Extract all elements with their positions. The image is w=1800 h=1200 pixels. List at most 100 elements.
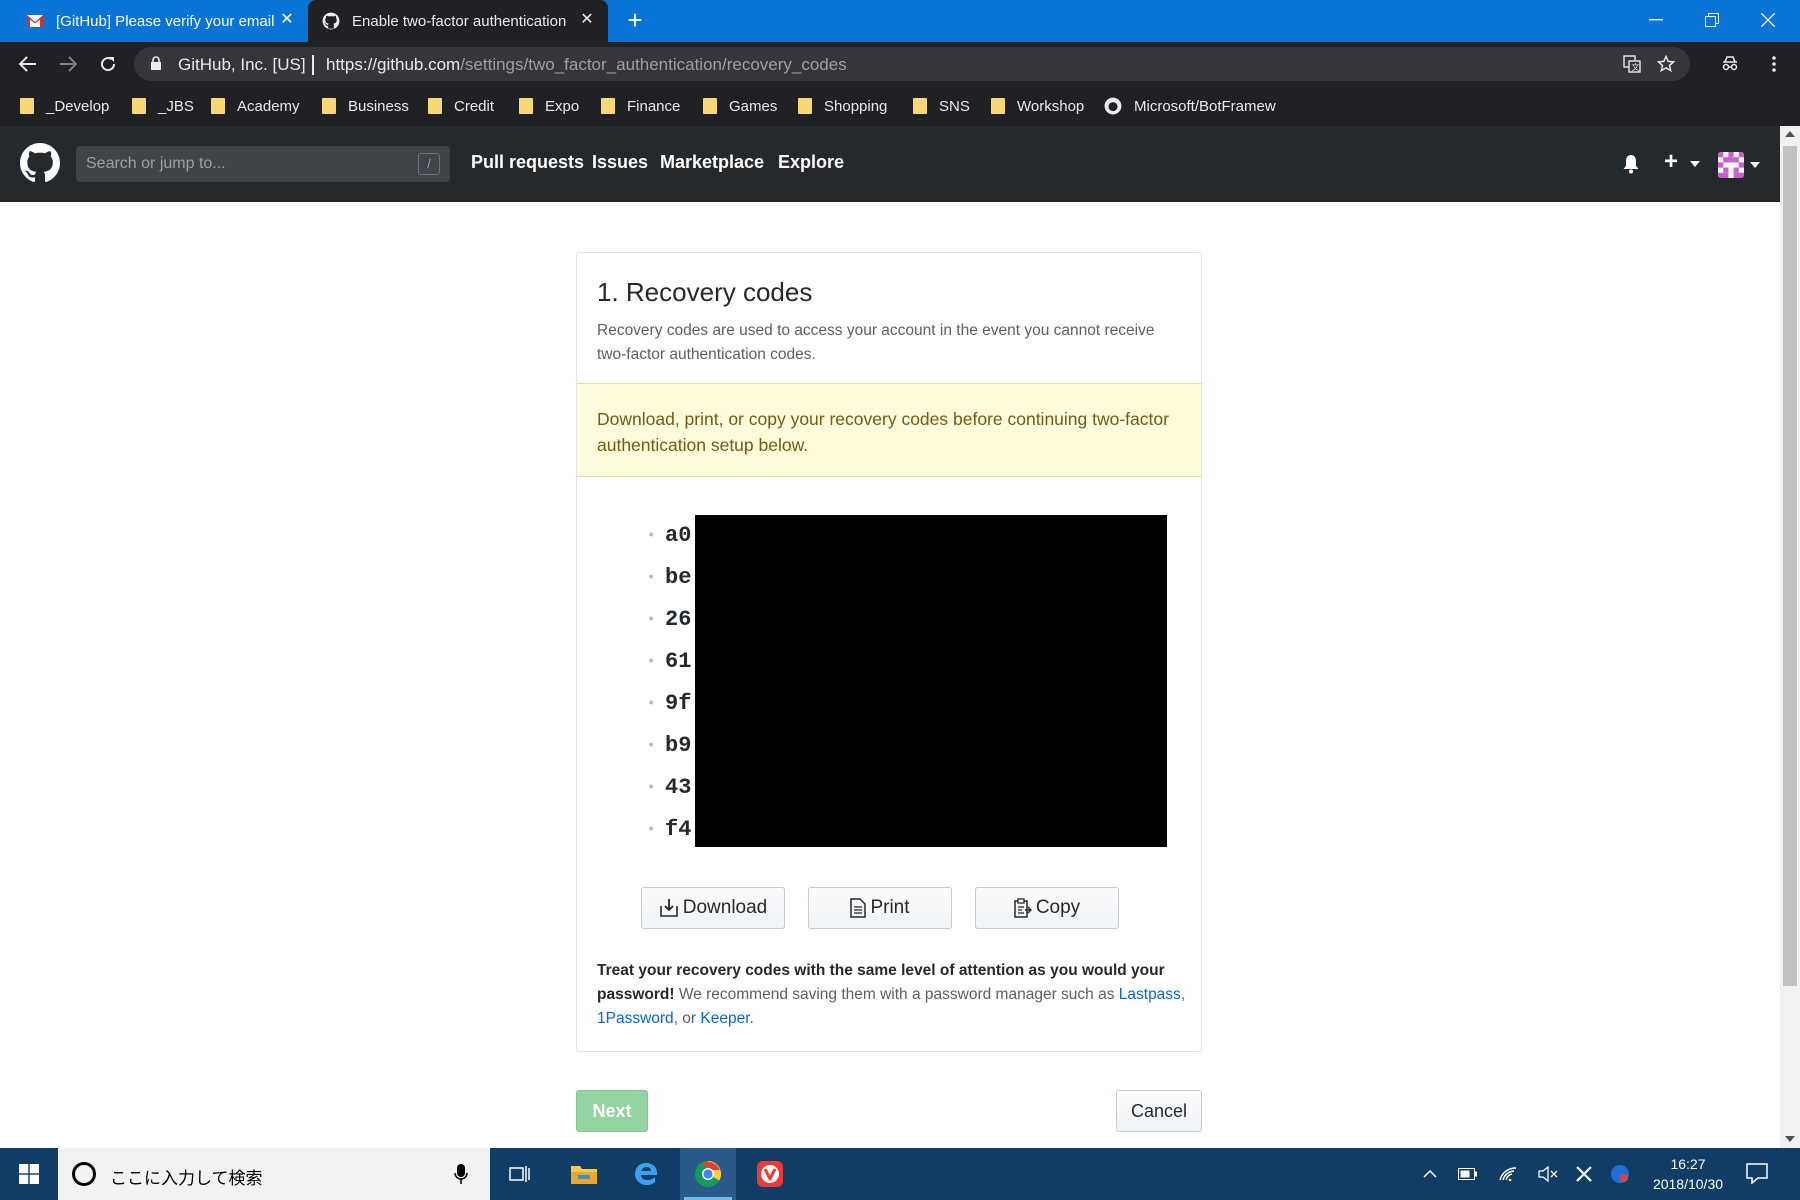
download-icon: [659, 899, 678, 917]
notifications-bell-icon[interactable]: [1622, 154, 1640, 174]
tab-gmail[interactable]: [GitHub] Please verify your email ✕: [12, 0, 308, 42]
vivaldi-browser-icon[interactable]: [742, 1148, 798, 1200]
button-label: Download: [682, 897, 768, 918]
clock-date: 2018/10/30: [1652, 1176, 1724, 1192]
recovery-description: Recovery codes are used to access your a…: [597, 322, 1155, 363]
url-text[interactable]: https://github.com/settings/two_factor_a…: [326, 55, 847, 75]
taskbar-search-placeholder: ここに入力して検索: [110, 1169, 263, 1189]
bookmark-label: Business: [348, 97, 409, 115]
link-1password[interactable]: 1Password: [597, 1010, 674, 1027]
bookmark-label: Finance: [627, 97, 681, 115]
tab-title: Enable two-factor authentication: [352, 12, 567, 30]
copy-button[interactable]: Copy: [975, 887, 1119, 929]
close-x-icon[interactable]: [1572, 1162, 1596, 1186]
next-button[interactable]: Next: [576, 1090, 648, 1132]
browser-toolbar: GitHub, Inc. [US] https://github.com/set…: [0, 42, 1800, 86]
cortana-icon: [72, 1162, 96, 1186]
nav-explore[interactable]: Explore: [778, 152, 844, 173]
nav-marketplace[interactable]: Marketplace: [660, 152, 764, 173]
site-identity-label[interactable]: GitHub, Inc. [US]: [178, 55, 306, 75]
bookmark-folder-jbs[interactable]: _JBS: [132, 86, 194, 126]
download-button[interactable]: Download: [641, 887, 785, 929]
translate-icon[interactable]: 文: [1622, 54, 1642, 74]
github-logo-icon[interactable]: [20, 143, 60, 183]
bookmark-folder-workshop[interactable]: Workshop: [991, 86, 1084, 126]
bookmark-botframework[interactable]: Microsoft/BotFramew: [1104, 86, 1278, 126]
link-lastpass[interactable]: Lastpass: [1119, 986, 1181, 1003]
github-search-input[interactable]: Search or jump to... /: [76, 146, 450, 182]
close-tab-icon[interactable]: ✕: [278, 11, 296, 29]
new-tab-button[interactable]: +: [622, 7, 648, 34]
bookmark-folder-shopping[interactable]: Shopping: [798, 86, 887, 126]
bookmark-folder-credit[interactable]: Credit: [428, 86, 494, 126]
warning-flash: Download, print, or copy your recovery c…: [577, 383, 1201, 477]
scroll-down-icon[interactable]: [1785, 1136, 1795, 1142]
scrollbar-thumb[interactable]: [1783, 146, 1797, 986]
address-bar[interactable]: GitHub, Inc. [US] https://github.com/set…: [134, 47, 1690, 81]
chrome-menu-icon[interactable]: [1760, 50, 1788, 78]
file-explorer-icon[interactable]: [556, 1148, 612, 1200]
bookmark-folder-develop[interactable]: _Develop: [20, 86, 109, 126]
print-button[interactable]: Print: [808, 887, 952, 929]
folder-icon: [798, 98, 812, 114]
svg-text:文: 文: [1632, 62, 1640, 72]
link-keeper[interactable]: Keeper: [700, 1010, 749, 1027]
folder-icon: [428, 98, 442, 114]
folder-icon: [322, 98, 336, 114]
onedrive-icon[interactable]: [1608, 1162, 1632, 1186]
nav-issues[interactable]: Issues: [592, 152, 648, 173]
tab-title: [GitHub] Please verify your email: [56, 12, 275, 30]
action-center-icon[interactable]: [1746, 1162, 1768, 1184]
folder-icon: [991, 98, 1005, 114]
nav-pull-requests[interactable]: Pull requests: [471, 152, 584, 173]
clock-time: 16:27: [1670, 1156, 1706, 1172]
bookmark-folder-academy[interactable]: Academy: [211, 86, 300, 126]
avatar[interactable]: [1718, 152, 1744, 178]
github-icon: [1104, 97, 1122, 115]
bookmark-folder-finance[interactable]: Finance: [601, 86, 680, 126]
bookmark-folder-games[interactable]: Games: [703, 86, 777, 126]
close-tab-icon[interactable]: ✕: [578, 11, 596, 29]
battery-icon[interactable]: [1456, 1162, 1480, 1186]
document-icon: [850, 898, 867, 918]
taskbar-clock[interactable]: 16:27 2018/10/30: [1640, 1154, 1736, 1194]
folder-icon: [211, 98, 225, 114]
volume-muted-icon[interactable]: [1536, 1162, 1560, 1186]
redaction-block: [695, 515, 1167, 847]
bookmark-label: Credit: [454, 97, 495, 115]
github-header: Search or jump to... / Pull requests Iss…: [0, 126, 1780, 202]
bookmark-folder-sns[interactable]: SNS: [913, 86, 970, 126]
plus-icon: +: [1664, 148, 1679, 175]
windows-start-icon[interactable]: [0, 1148, 58, 1200]
url-path: /settings/two_factor_authentication/reco…: [460, 55, 847, 74]
github-icon: [322, 12, 340, 30]
bookmark-label: _JBS: [158, 97, 194, 115]
restore-icon[interactable]: [1684, 0, 1740, 40]
reload-icon[interactable]: [94, 50, 122, 78]
search-placeholder: Search or jump to...: [86, 155, 226, 172]
task-view-icon[interactable]: [492, 1148, 548, 1200]
forward-icon[interactable]: [54, 50, 82, 78]
taskbar-search-input[interactable]: ここに入力して検索: [58, 1148, 490, 1200]
bookmark-star-icon[interactable]: [1656, 54, 1676, 74]
back-icon[interactable]: [14, 50, 42, 78]
page-scrollbar[interactable]: [1780, 126, 1800, 1148]
tab-github-2fa[interactable]: Enable two-factor authentication ✕: [308, 0, 608, 42]
incognito-icon[interactable]: [1716, 50, 1744, 78]
close-window-icon[interactable]: [1740, 0, 1796, 40]
microphone-icon[interactable]: [454, 1163, 468, 1185]
bookmark-folder-business[interactable]: Business: [322, 86, 409, 126]
chrome-browser-icon[interactable]: [680, 1148, 736, 1200]
edge-browser-icon[interactable]: [618, 1148, 674, 1200]
cancel-button[interactable]: Cancel: [1116, 1090, 1202, 1132]
bookmarks-bar: _Develop _JBS Academy Business Credit Ex…: [0, 86, 1800, 126]
minimize-icon[interactable]: [1628, 0, 1684, 40]
create-new-menu[interactable]: +: [1664, 148, 1704, 175]
scroll-up-icon[interactable]: [1785, 131, 1795, 137]
bookmark-label: _Develop: [46, 97, 110, 115]
chevron-down-icon[interactable]: [1750, 162, 1760, 168]
bookmark-folder-expo[interactable]: Expo: [519, 86, 579, 126]
chevron-up-icon[interactable]: [1418, 1162, 1442, 1186]
bookmark-label: Expo: [545, 97, 580, 115]
wifi-icon[interactable]: [1496, 1162, 1520, 1186]
